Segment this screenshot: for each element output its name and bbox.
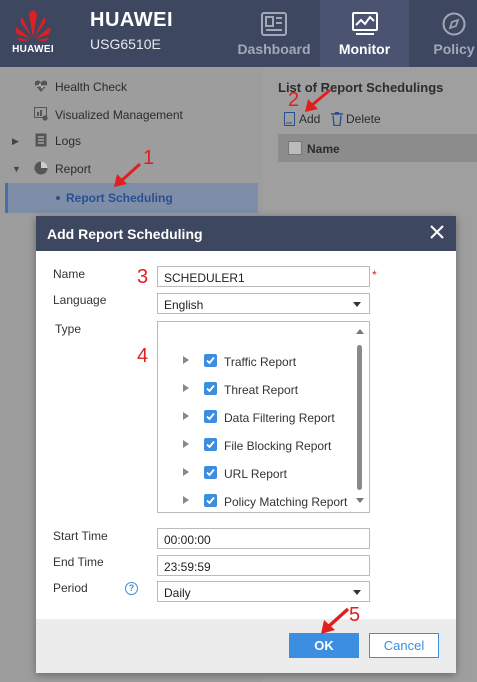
name-field[interactable]: SCHEDULER1	[157, 266, 370, 287]
logo-text: HUAWEI	[12, 44, 54, 55]
nav-policy[interactable]: Policy	[412, 0, 477, 67]
dialog-header: Add Report Scheduling	[36, 216, 456, 251]
sidebar-item-label: Report	[55, 162, 92, 176]
tree-item-threat-report[interactable]: Threat Report	[158, 378, 353, 400]
chevron-right-icon[interactable]: ▶	[12, 136, 19, 147]
pie-chart-icon	[34, 161, 48, 175]
cancel-button[interactable]: Cancel	[369, 633, 439, 658]
period-select[interactable]: Daily	[157, 581, 370, 602]
step-number-3: 3	[137, 266, 149, 288]
sidebar-item-label: Logs	[55, 134, 82, 148]
close-icon[interactable]	[428, 223, 446, 241]
heart-pulse-icon	[34, 79, 48, 93]
required-marker: *	[372, 268, 377, 282]
language-value: English	[164, 298, 204, 312]
expand-icon[interactable]	[183, 384, 189, 392]
nav-dashboard-label: Dashboard	[237, 41, 311, 57]
ok-button[interactable]: OK	[289, 633, 359, 658]
report-type-tree: Traffic Report Threat Report Data Filter…	[157, 321, 370, 513]
annotation-arrow-icon	[305, 88, 331, 112]
checkbox-checked[interactable]	[204, 438, 217, 451]
nav-dashboard[interactable]: Dashboard	[232, 0, 316, 67]
compass-icon	[441, 12, 467, 36]
table-header: Name	[278, 134, 477, 162]
annotation-arrow-icon	[321, 607, 350, 634]
tree-item-label: Threat Report	[224, 383, 299, 397]
dashboard-icon	[261, 12, 287, 36]
column-header-name: Name	[307, 142, 340, 156]
brand-name: HUAWEI	[90, 9, 173, 31]
dialog-title: Add Report Scheduling	[47, 226, 203, 242]
vertical-scrollbar[interactable]	[356, 325, 367, 509]
select-all-checkbox[interactable]	[288, 141, 302, 155]
expand-icon[interactable]	[183, 496, 189, 504]
start-time-label: Start Time	[53, 529, 108, 543]
chevron-down-icon	[353, 590, 361, 595]
chevron-down-icon	[353, 302, 361, 307]
device-model: USG6510E	[90, 36, 161, 52]
tree-item-label: File Blocking Report	[224, 439, 332, 453]
sidebar-item-health-check[interactable]: Health Check	[0, 74, 262, 100]
checkbox-checked[interactable]	[204, 354, 217, 367]
scroll-up-icon[interactable]	[356, 329, 364, 334]
checkbox-checked[interactable]	[204, 494, 217, 507]
period-value: Daily	[164, 586, 191, 600]
name-label: Name	[53, 267, 86, 281]
tree-item-traffic-report[interactable]: Traffic Report	[158, 350, 353, 372]
sidebar-item-label: Visualized Management	[55, 108, 183, 122]
sidebar-item-logs[interactable]: ▶ Logs	[0, 128, 262, 154]
add-report-scheduling-dialog: Add Report Scheduling Name SCHEDULER1 * …	[36, 216, 456, 673]
expand-icon[interactable]	[183, 468, 189, 476]
step-number-4: 4	[137, 345, 149, 367]
language-select[interactable]: English	[157, 293, 370, 314]
expand-icon[interactable]	[183, 356, 189, 364]
scroll-down-icon[interactable]	[356, 498, 364, 503]
scrollbar-thumb[interactable]	[357, 345, 362, 490]
step-number-2: 2	[288, 89, 300, 111]
sidebar-item-label: Report Scheduling	[66, 191, 173, 205]
start-time-field[interactable]: 00:00:00	[157, 528, 370, 549]
help-icon[interactable]: ?	[125, 582, 138, 595]
monitor-icon	[351, 12, 378, 36]
checkbox-checked[interactable]	[204, 466, 217, 479]
end-time-label: End Time	[53, 555, 104, 569]
tree-item-url-report[interactable]: URL Report	[158, 462, 353, 484]
period-label: Period	[53, 581, 88, 595]
tree-item-label: URL Report	[224, 467, 287, 481]
delete-label: Delete	[346, 111, 381, 126]
nav-monitor-label: Monitor	[338, 41, 391, 57]
tree-item-label: Traffic Report	[224, 355, 297, 369]
chevron-down-icon[interactable]: ▼	[12, 164, 21, 174]
tree-item-file-blocking-report[interactable]: File Blocking Report	[158, 434, 353, 456]
nav-monitor[interactable]: Monitor	[320, 0, 409, 67]
step-number-1: 1	[143, 147, 155, 169]
add-icon	[284, 111, 296, 126]
end-time-field[interactable]: 23:59:59	[157, 555, 370, 576]
sidebar-item-label: Health Check	[55, 80, 128, 94]
language-label: Language	[53, 293, 107, 307]
tree-item-label: Data Filtering Report	[224, 411, 335, 425]
tree-item-policy-matching-report[interactable]: Policy Matching Report	[158, 490, 353, 512]
checkbox-checked[interactable]	[204, 382, 217, 395]
nav-policy-label: Policy	[433, 41, 475, 57]
tree-item-label: Policy Matching Report	[224, 495, 348, 509]
sidebar-item-visualized-management[interactable]: Visualized Management	[0, 102, 262, 128]
expand-icon[interactable]	[183, 412, 189, 420]
bullet-icon	[56, 196, 60, 200]
chart-gear-icon	[34, 107, 48, 121]
expand-icon[interactable]	[183, 440, 189, 448]
annotation-arrow-icon	[114, 162, 142, 187]
type-label: Type	[55, 322, 82, 336]
delete-button[interactable]: Delete	[331, 111, 381, 126]
document-icon	[34, 133, 48, 147]
checkbox-checked[interactable]	[204, 410, 217, 423]
tree-item-data-filtering-report[interactable]: Data Filtering Report	[158, 406, 353, 428]
